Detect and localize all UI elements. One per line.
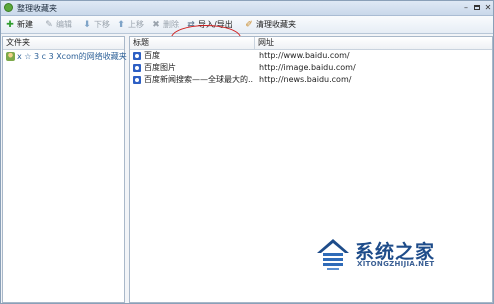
baidu-favicon-icon bbox=[133, 51, 141, 60]
list-item[interactable]: 百度图片 http://image.baidu.com/ bbox=[130, 62, 492, 73]
arrow-down-icon: ⬇ bbox=[83, 19, 91, 30]
list-item[interactable]: 百度新闻搜索——全球最大的... http://news.baidu.com/ bbox=[130, 74, 492, 85]
bookmark-title: 百度图片 bbox=[144, 63, 176, 72]
delete-label: 删除 bbox=[163, 20, 179, 29]
app-icon bbox=[4, 3, 13, 12]
edit-label: 编辑 bbox=[56, 20, 72, 29]
bookmark-title: 百度 bbox=[144, 51, 160, 60]
move-up-label: 上移 bbox=[128, 20, 144, 29]
title-bar[interactable]: 整理收藏夹 – ✕ bbox=[1, 1, 493, 16]
maximize-button[interactable] bbox=[472, 3, 482, 12]
bookmark-url: http://www.baidu.com/ bbox=[259, 51, 350, 60]
move-down-button[interactable]: ⬇ 下移 bbox=[82, 18, 110, 31]
bookmark-title: 百度新闻搜索——全球最大的... bbox=[144, 75, 253, 84]
edit-button[interactable]: ✎ 编辑 bbox=[44, 18, 72, 31]
toolbar: ✚ 新建 ✎ 编辑 ⬇ 下移 ⬆ 上移 ✖ 删除 ⇄ 导入/导出 ✐ 清理收藏夹 bbox=[1, 16, 493, 51]
folder-pane: 文件夹 x ☆ 3 c 3 Xcom的网络收藏夹 bbox=[2, 36, 127, 303]
broom-icon: ✐ bbox=[245, 19, 253, 30]
bookmark-url: http://news.baidu.com/ bbox=[259, 75, 352, 84]
new-button[interactable]: ✚ 新建 bbox=[5, 18, 33, 31]
list-item[interactable]: 百度 http://www.baidu.com/ bbox=[130, 50, 492, 61]
import-export-icon: ⇄ bbox=[187, 19, 195, 30]
delete-icon: ✖ bbox=[152, 19, 160, 30]
plus-icon: ✚ bbox=[6, 19, 14, 30]
baidu-favicon-icon bbox=[133, 75, 141, 84]
maximize-icon bbox=[474, 5, 480, 10]
folder-tree-item[interactable]: x ☆ 3 c 3 Xcom的网络收藏夹 bbox=[6, 51, 127, 62]
new-label: 新建 bbox=[17, 20, 33, 29]
bookmark-manager-window: 整理收藏夹 – ✕ ✚ 新建 ✎ 编辑 ⬇ 下移 ⬆ 上移 ✖ 删除 ⇄ 导入/… bbox=[0, 0, 494, 304]
import-export-button[interactable]: ⇄ 导入/导出 bbox=[186, 18, 233, 31]
import-export-label: 导入/导出 bbox=[198, 20, 233, 29]
user-folder-icon bbox=[6, 52, 15, 61]
move-down-label: 下移 bbox=[94, 20, 110, 29]
clean-favorites-label: 清理收藏夹 bbox=[256, 20, 296, 29]
pencil-icon: ✎ bbox=[45, 19, 53, 30]
list-column-headers: 标题 网址 bbox=[130, 37, 492, 50]
clean-favorites-button[interactable]: ✐ 清理收藏夹 bbox=[244, 18, 296, 31]
folder-tree-label: x ☆ 3 c 3 Xcom的网络收藏夹 bbox=[17, 52, 127, 61]
move-up-button[interactable]: ⬆ 上移 bbox=[116, 18, 144, 31]
column-header-title[interactable]: 标题 bbox=[130, 37, 255, 49]
baidu-favicon-icon bbox=[133, 63, 141, 72]
folder-pane-header: 文件夹 bbox=[3, 37, 124, 50]
delete-button[interactable]: ✖ 删除 bbox=[151, 18, 179, 31]
bookmark-url: http://image.baidu.com/ bbox=[259, 63, 356, 72]
column-header-url[interactable]: 网址 bbox=[255, 37, 375, 49]
window-title: 整理收藏夹 bbox=[17, 4, 57, 13]
bookmark-list-pane: 标题 网址 百度 http://www.baidu.com/ 百度图片 http… bbox=[129, 36, 493, 303]
arrow-up-icon: ⬆ bbox=[117, 19, 125, 30]
minimize-button[interactable]: – bbox=[461, 3, 471, 12]
close-button[interactable]: ✕ bbox=[483, 3, 493, 12]
